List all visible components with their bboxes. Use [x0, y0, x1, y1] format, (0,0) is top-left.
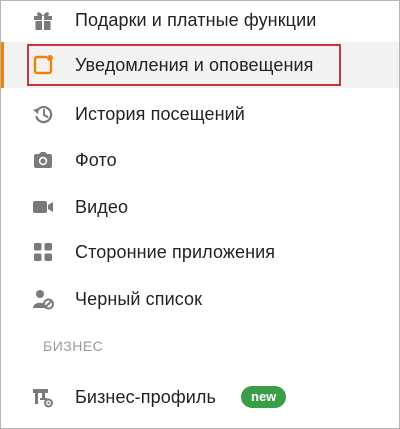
blocked-user-icon — [31, 287, 55, 311]
gift-icon — [31, 8, 55, 32]
menu-item-gifts[interactable]: Подарки и платные функции — [1, 1, 399, 43]
menu-item-label: Уведомления и оповещения — [75, 54, 314, 75]
new-badge: new — [241, 386, 287, 408]
business-section-header: БИЗНЕС — [43, 338, 104, 354]
menu-item-business-profile[interactable]: Бизнес-профиль — [1, 374, 399, 420]
menu-item-notifications[interactable]: Уведомления и оповещения — [1, 42, 399, 88]
menu-item-label: Видео — [75, 196, 129, 217]
video-camera-icon — [31, 195, 55, 219]
menu-item-apps[interactable]: Сторонние приложения — [1, 229, 399, 275]
notification-icon — [31, 53, 55, 77]
menu-item-photo[interactable]: Фото — [1, 137, 399, 183]
menu-item-blacklist[interactable]: Черный список — [1, 276, 399, 322]
menu-item-label: Фото — [75, 149, 117, 170]
history-icon — [31, 102, 55, 126]
menu-item-label: Бизнес-профиль — [75, 386, 216, 407]
menu-item-label: История посещений — [75, 103, 245, 124]
business-profile-icon — [31, 385, 55, 409]
menu-item-history[interactable]: История посещений — [1, 91, 399, 137]
menu-item-label: Черный список — [75, 288, 203, 309]
menu-item-label: Подарки и платные функции — [75, 9, 317, 30]
camera-icon — [31, 148, 55, 172]
menu-item-video[interactable]: Видео — [1, 184, 399, 230]
apps-grid-icon — [31, 240, 55, 264]
settings-menu-frame: Подарки и платные функции Уведомления и … — [0, 0, 400, 429]
menu-item-label: Сторонние приложения — [75, 241, 276, 262]
